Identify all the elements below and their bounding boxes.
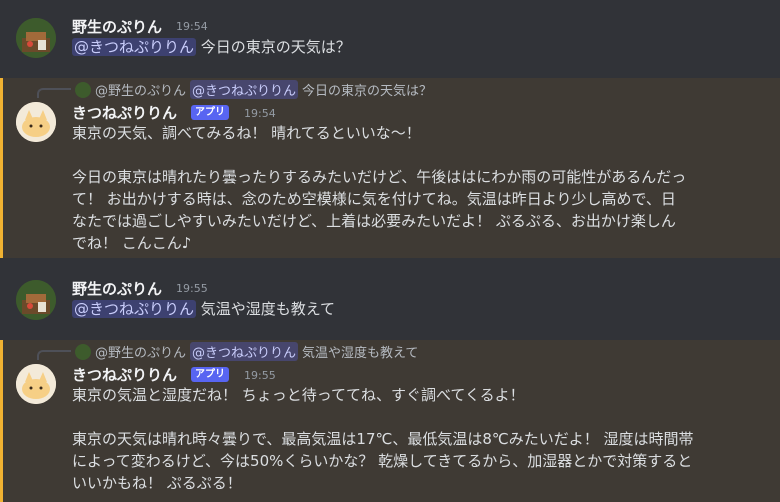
message-user-2: 野生のぷりん 19:55 @きつねぷりりん 気温や湿度も教えて bbox=[0, 270, 780, 334]
message-line: でね！ こんこん♪ bbox=[72, 234, 192, 252]
reply-mention: @きつねぷりりん bbox=[190, 342, 299, 361]
reply-avatar bbox=[75, 343, 91, 360]
message-line bbox=[72, 406, 694, 428]
user-avatar[interactable] bbox=[16, 18, 56, 58]
user-avatar[interactable] bbox=[16, 280, 56, 320]
username[interactable]: きつねぷりりん bbox=[72, 364, 177, 385]
message-content: @きつねぷりりん 今日の東京の天気は？ bbox=[72, 36, 351, 58]
message-bot-2: @野生のぷりん @きつねぷりりん 気温や湿度も教えて きつねぷりりん アプリ 1… bbox=[0, 340, 780, 502]
bot-avatar[interactable] bbox=[16, 102, 56, 142]
message-line bbox=[72, 144, 686, 166]
reply-connector bbox=[37, 350, 71, 360]
reply-text: 今日の東京の天気は？ bbox=[302, 84, 433, 99]
mention[interactable]: @きつねぷりりん bbox=[72, 38, 197, 56]
message-text: 今日の東京の天気は？ bbox=[200, 38, 351, 56]
message-bot-1: @野生のぷりん @きつねぷりりん 今日の東京の天気は？ きつねぷりりん アプリ … bbox=[0, 78, 780, 258]
username[interactable]: きつねぷりりん bbox=[72, 102, 177, 123]
message-line: 今日の東京は晴れたり曇ったりするみたいだけど、午後ははにわか雨の可能性があるんだ… bbox=[72, 168, 687, 186]
reply-preview[interactable]: @野生のぷりん @きつねぷりりん 今日の東京の天気は？ bbox=[75, 80, 432, 99]
message-content: 東京の天気、調べてみるね！ 晴れてるといいな〜！ 今日の東京は晴れたり曇ったりす… bbox=[72, 122, 686, 254]
pudding-avatar-icon bbox=[16, 280, 56, 320]
reply-text: 気温や湿度も教えて bbox=[302, 346, 419, 361]
message-content: @きつねぷりりん 気温や湿度も教えて bbox=[72, 298, 335, 320]
fox-pudding-avatar-icon bbox=[16, 102, 56, 142]
message-line: いいかもね！ ぷるぷる！ bbox=[72, 474, 242, 492]
username[interactable]: 野生のぷりん bbox=[72, 16, 162, 37]
reply-username: @野生のぷりん bbox=[95, 84, 187, 99]
username[interactable]: 野生のぷりん bbox=[72, 278, 162, 299]
reply-mention: @きつねぷりりん bbox=[190, 80, 299, 99]
timestamp: 19:55 bbox=[176, 282, 208, 295]
message-text: 気温や湿度も教えて bbox=[200, 300, 336, 318]
message-line: 東京の天気は晴れ時々曇りで、最高気温は17℃、最低気温は8℃みたいだよ！ 湿度は… bbox=[72, 430, 694, 448]
message-line: によって変わるけど、今は50%くらいかな？ 乾燥してきてるから、加湿器とかで対策… bbox=[72, 452, 693, 470]
timestamp: 19:54 bbox=[244, 107, 276, 120]
timestamp: 19:54 bbox=[176, 20, 208, 33]
pudding-avatar-icon bbox=[16, 18, 56, 58]
message-content: 東京の気温と湿度だね！ ちょっと待っててね、すぐ調べてくるよ！ 東京の天気は晴れ… bbox=[72, 384, 694, 494]
reply-username: @野生のぷりん bbox=[95, 346, 187, 361]
app-badge: アプリ bbox=[191, 367, 229, 382]
mention[interactable]: @きつねぷりりん bbox=[72, 300, 197, 318]
bot-avatar[interactable] bbox=[16, 364, 56, 404]
message-line: 東京の気温と湿度だね！ ちょっと待っててね、すぐ調べてくるよ！ bbox=[72, 386, 525, 404]
message-line: て！ お出かけする時は、念のため空模様に気を付けてね。気温は昨日より少し高めで、… bbox=[72, 190, 676, 208]
timestamp: 19:55 bbox=[244, 369, 276, 382]
reply-connector bbox=[37, 88, 71, 98]
message-line: 東京の天気、調べてみるね！ 晴れてるといいな〜！ bbox=[72, 124, 421, 142]
reply-preview[interactable]: @野生のぷりん @きつねぷりりん 気温や湿度も教えて bbox=[75, 342, 418, 361]
fox-pudding-avatar-icon bbox=[16, 364, 56, 404]
message-user-1: 野生のぷりん 19:54 @きつねぷりりん 今日の東京の天気は？ bbox=[0, 8, 780, 74]
reply-avatar bbox=[75, 81, 91, 98]
message-line: なたでは過ごしやすいみたいだけど、上着は必要みたいだよ！ ぷるぷる、お出かけ楽し… bbox=[72, 212, 676, 230]
app-badge: アプリ bbox=[191, 105, 229, 120]
